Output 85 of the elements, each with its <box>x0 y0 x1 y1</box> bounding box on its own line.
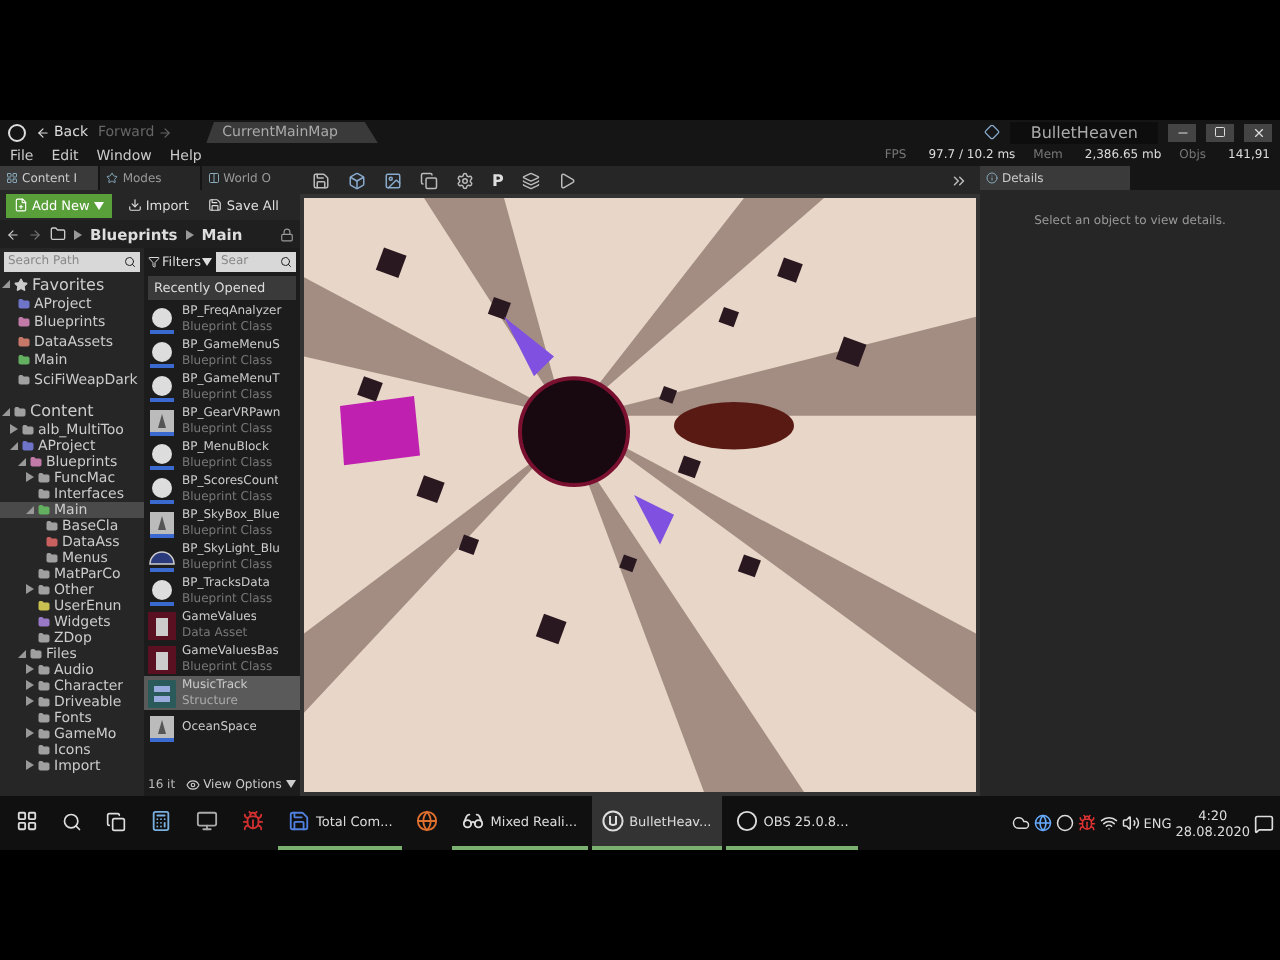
folder-icon <box>18 354 30 367</box>
close-icon <box>1251 125 1265 139</box>
task-view-icon <box>106 811 126 831</box>
bug-icon <box>242 810 264 832</box>
settings-icon[interactable] <box>456 171 474 189</box>
save-icon <box>208 198 223 212</box>
folder-icon <box>18 373 30 386</box>
collapsed-arrow-icon[interactable] <box>10 424 18 434</box>
save-icon[interactable] <box>312 171 330 189</box>
expanded-arrow-icon[interactable] <box>18 649 26 657</box>
pawn-thumbnail-icon <box>148 407 176 435</box>
eye-icon <box>185 777 200 791</box>
box-icon[interactable] <box>348 171 366 189</box>
close-button[interactable] <box>1244 123 1272 141</box>
favorites-header[interactable]: Favorites <box>0 274 144 294</box>
play-icon[interactable] <box>557 171 576 189</box>
project-name: BulletHeaven <box>1010 121 1158 143</box>
structure-icon <box>148 679 176 707</box>
dropdown-caret-icon <box>93 201 104 209</box>
lock-icon[interactable] <box>280 227 294 241</box>
forward-icon[interactable] <box>28 227 42 241</box>
goggles-icon <box>462 810 485 832</box>
info-icon <box>986 172 998 184</box>
filter-icon <box>148 255 160 267</box>
window-icon <box>196 810 218 832</box>
minimize-button[interactable] <box>1168 123 1196 141</box>
notifications-icon[interactable] <box>1254 813 1274 833</box>
new-file-icon <box>14 198 28 212</box>
image-icon[interactable] <box>384 171 402 189</box>
expanded-arrow-icon[interactable] <box>26 505 34 513</box>
record-icon[interactable] <box>1055 814 1074 832</box>
sphere-thumbnail-icon <box>148 577 176 605</box>
folder-icon <box>18 297 30 310</box>
search-icon <box>280 255 292 267</box>
collapsed-arrow-icon[interactable] <box>185 229 194 239</box>
folder-icon[interactable] <box>50 226 66 242</box>
data-asset-icon <box>148 611 176 639</box>
folder-tree-item[interactable]: Content <box>0 401 144 421</box>
pawn-thumbnail-icon <box>148 509 176 537</box>
expanded-arrow-icon[interactable] <box>2 407 10 415</box>
pawn-thumbnail-icon <box>148 713 176 741</box>
sphere-thumbnail-icon <box>148 475 176 503</box>
sphere-thumbnail-icon <box>148 373 176 401</box>
collapsed-arrow-icon[interactable] <box>26 472 34 482</box>
collapsed-arrow-icon[interactable] <box>26 584 34 594</box>
p-button[interactable]: P <box>492 171 504 189</box>
data-asset-icon <box>148 645 176 673</box>
dropdown-caret-icon <box>285 780 296 788</box>
search-icon <box>62 811 82 831</box>
volume-icon[interactable] <box>1121 814 1140 832</box>
maximize-button[interactable] <box>1206 123 1234 141</box>
layers-icon[interactable] <box>521 171 540 189</box>
calculator-icon <box>150 810 172 832</box>
star-icon <box>14 277 28 291</box>
more-icon[interactable] <box>950 171 968 189</box>
engine-logo-icon <box>8 123 26 141</box>
back-icon[interactable] <box>6 227 20 241</box>
windows-logo-icon <box>16 810 38 832</box>
folder-icon <box>18 335 30 348</box>
copy-icon[interactable] <box>420 171 438 189</box>
bug-icon[interactable] <box>1077 814 1096 832</box>
back-arrow-icon <box>36 125 50 139</box>
diamond-icon <box>984 124 1001 140</box>
tab-icon <box>207 172 220 184</box>
dropdown-caret-icon <box>202 257 213 265</box>
sphere-thumbnail-icon <box>148 339 176 367</box>
globe-icon[interactable] <box>1033 814 1052 832</box>
engine-logo-icon <box>601 810 624 832</box>
sphere-thumbnail-icon <box>148 305 176 333</box>
record-icon <box>735 810 758 832</box>
tab-icon <box>6 172 18 184</box>
folder-icon <box>18 316 30 329</box>
tab-icon <box>106 172 119 184</box>
globe-icon <box>416 810 439 832</box>
collapsed-arrow-icon[interactable] <box>74 229 82 239</box>
import-icon <box>127 198 142 212</box>
collapsed-arrow-icon[interactable] <box>26 728 34 738</box>
sphere-thumbnail-icon <box>148 441 176 469</box>
cloud-icon[interactable] <box>1011 814 1030 832</box>
forward-arrow-icon <box>158 125 173 139</box>
search-icon <box>124 255 136 267</box>
collapsed-arrow-icon[interactable] <box>26 760 34 770</box>
expanded-arrow-icon[interactable] <box>2 280 10 288</box>
maximize-icon <box>1214 126 1226 138</box>
wifi-icon[interactable] <box>1099 814 1118 832</box>
